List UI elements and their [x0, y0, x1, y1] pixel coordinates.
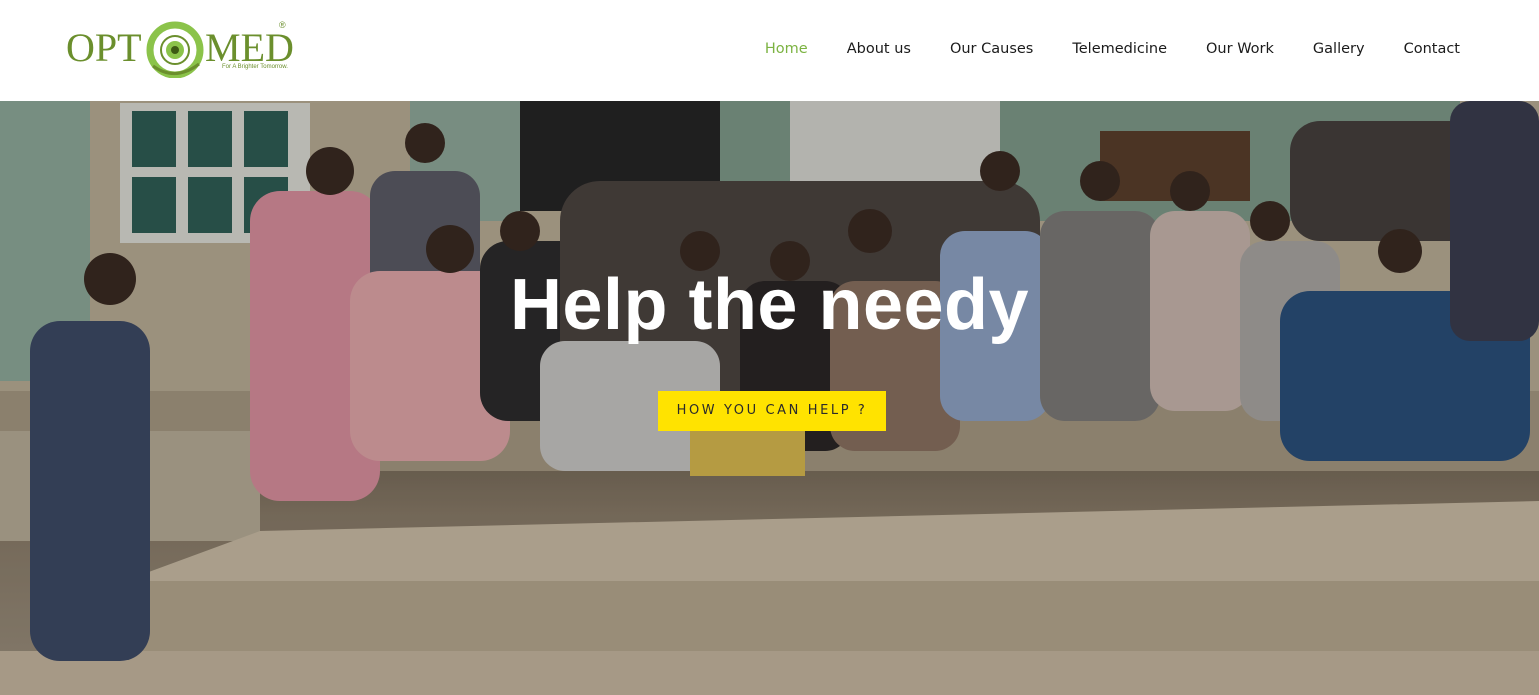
nav-our-causes[interactable]: Our Causes [950, 38, 1033, 60]
nav-gallery[interactable]: Gallery [1313, 38, 1365, 60]
logo-text-left: OPT [66, 25, 142, 70]
logo-text-right: MED [205, 25, 294, 70]
nav-contact[interactable]: Contact [1404, 38, 1460, 60]
nav-about-us[interactable]: About us [847, 38, 911, 60]
nav-our-work[interactable]: Our Work [1206, 38, 1274, 60]
registered-mark: ® [279, 20, 286, 30]
hero-banner: Help the needy HOW YOU CAN HELP ? [0, 101, 1539, 695]
nav-home[interactable]: Home [765, 38, 808, 60]
site-header: OPT MED ® For A Brighter Tomorrow. Home … [0, 0, 1539, 101]
how-you-can-help-button[interactable]: HOW YOU CAN HELP ? [658, 391, 886, 431]
optomed-logo[interactable]: OPT MED ® For A Brighter Tomorrow. [66, 18, 294, 80]
eye-logo-icon [146, 21, 204, 78]
nav-telemedicine[interactable]: Telemedicine [1072, 38, 1167, 60]
hero-title: Help the needy [509, 265, 1030, 345]
main-navigation: Home About us Our Causes Telemedicine Ou… [726, 38, 1460, 60]
logo-tagline: For A Brighter Tomorrow. [222, 64, 288, 70]
